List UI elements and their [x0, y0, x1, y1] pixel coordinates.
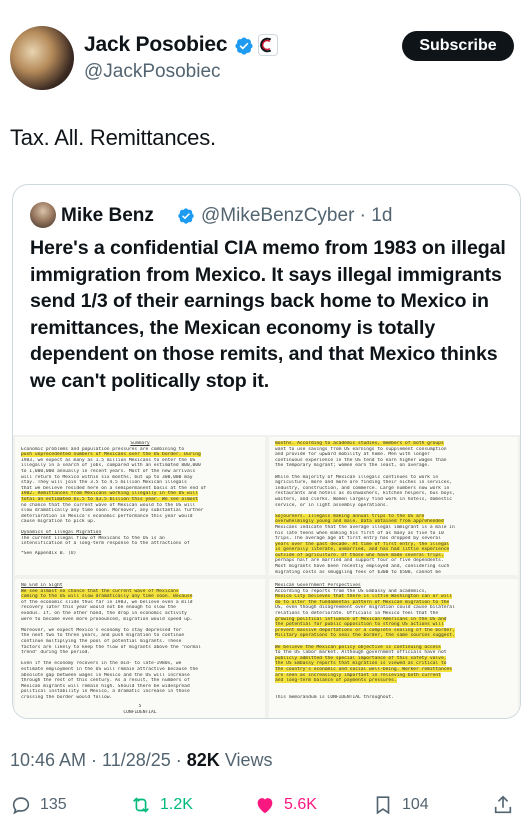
quoted-author-handle[interactable]: @MikeBenzCyber · 1d	[201, 205, 392, 227]
action-bar: 135 1.2K 5.6K 104	[0, 788, 532, 824]
memo-line: crossing the border would follow.	[21, 694, 113, 700]
bookmark-count: 104	[402, 796, 429, 813]
tweet-header: Jack Posobiec @JackPosobiec Subscribe	[0, 0, 532, 110]
author-name[interactable]: Jack Posobiec	[84, 33, 228, 57]
views-label: Views	[219, 750, 273, 770]
author-handle[interactable]: @JackPosobiec	[84, 61, 221, 83]
share-icon	[494, 795, 512, 814]
memo-line: This memorandum is CONFIDENTIAL througho…	[275, 694, 394, 700]
subscribe-button[interactable]: Subscribe	[402, 31, 514, 61]
memo-page-3: No End in Sight We see almost no chance …	[15, 579, 265, 718]
share-button[interactable]	[492, 794, 522, 816]
memo-gov-text: According to reports from the US Embassy…	[275, 589, 512, 701]
tweet-timestamp: 10:46 AM · 11/28/25 ·	[10, 750, 187, 770]
quoted-tweet-text: Here's a confidential CIA memo from 1983…	[30, 237, 506, 392]
tweet-stats: 10:46 AM · 11/28/25 · 82K Views	[10, 750, 273, 771]
memo-sojourners-text: months. According to academic studies, m…	[275, 441, 512, 575]
repost-button[interactable]: 1.2K	[130, 794, 193, 816]
memo-line: intensification of a long-term response …	[21, 541, 190, 547]
memo-summary-text: Economic problems and population pressur…	[21, 447, 259, 525]
memo-appendix-note: *See Appendix B. (U)	[21, 550, 77, 556]
like-count: 5.6K	[284, 796, 317, 813]
memo-page-1: Summary Economic problems and population…	[15, 437, 265, 575]
memo-confidential-footer: CONFIDENTIAL	[123, 710, 157, 716]
repost-count: 1.2K	[160, 796, 193, 813]
memo-image[interactable]: Summary Economic problems and population…	[13, 435, 520, 718]
memo-page-4: Mexican Government Perspectives Accordin…	[269, 579, 518, 718]
repost-icon	[133, 797, 149, 813]
tweet-text: Tax. All. Remittances.	[10, 125, 216, 150]
bookmark-icon	[376, 796, 390, 815]
memo-page-2: months. According to academic studies, m…	[269, 437, 518, 575]
memo-line: migrating costs as smuggling fees of $30…	[275, 569, 441, 575]
memo-dynamics-text: The current illegal flow of Mexicans to …	[21, 536, 259, 547]
quoted-author-name[interactable]: Mike Benz	[61, 205, 154, 227]
affiliation-badge-icon[interactable]	[258, 34, 278, 56]
quoted-tweet[interactable]: Mike Benz @MikeBenzCyber · 1d Here's a c…	[12, 184, 521, 719]
bookmark-button[interactable]: 104	[372, 794, 429, 816]
heart-icon	[257, 798, 273, 814]
like-button[interactable]: 5.6K	[254, 794, 317, 816]
views-count: 82K	[186, 750, 220, 770]
verified-badge-icon	[178, 208, 194, 224]
reply-icon	[12, 797, 30, 815]
memo-no-end-text: We see almost no chance that the current…	[21, 588, 259, 701]
quoted-author-avatar[interactable]	[30, 202, 56, 228]
reply-button[interactable]: 135	[10, 794, 67, 816]
verified-badge-icon	[235, 37, 253, 55]
author-avatar[interactable]	[10, 26, 74, 90]
reply-count: 135	[40, 796, 67, 813]
